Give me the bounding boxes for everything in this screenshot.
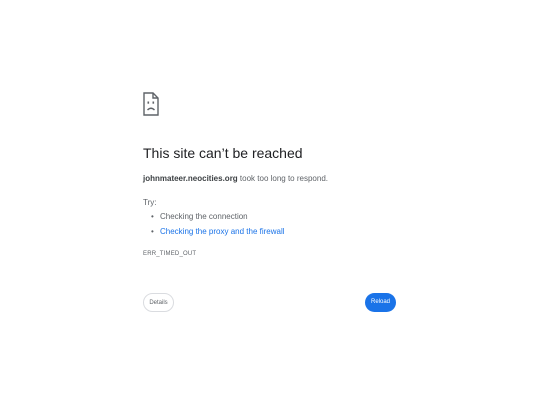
- summary-message: took too long to respond.: [237, 174, 328, 183]
- page-title: This site can’t be reached: [143, 145, 303, 161]
- list-item: • Checking the connection: [151, 211, 285, 226]
- suggestion-list: • Checking the connection • Checking the p…: [151, 211, 285, 241]
- site-host: johnmateer.neocities.org: [143, 174, 238, 183]
- sad-page-icon: [143, 92, 159, 116]
- error-code: ERR_TIMED_OUT: [143, 251, 197, 257]
- suggestion-check-proxy-link[interactable]: Checking the proxy and the firewall: [160, 227, 285, 236]
- error-page: This site can’t be reached johnmateer.ne…: [0, 0, 540, 405]
- try-label: Try:: [143, 198, 157, 207]
- bullet-icon: •: [151, 227, 154, 236]
- suggestion-check-connection: Checking the connection: [160, 212, 248, 221]
- details-button[interactable]: Details: [143, 293, 174, 312]
- error-summary: johnmateer.neocities.org took too long t…: [143, 174, 328, 183]
- bullet-icon: •: [151, 212, 154, 221]
- list-item: • Checking the proxy and the firewall: [151, 226, 285, 241]
- reload-button[interactable]: Reload: [365, 293, 396, 312]
